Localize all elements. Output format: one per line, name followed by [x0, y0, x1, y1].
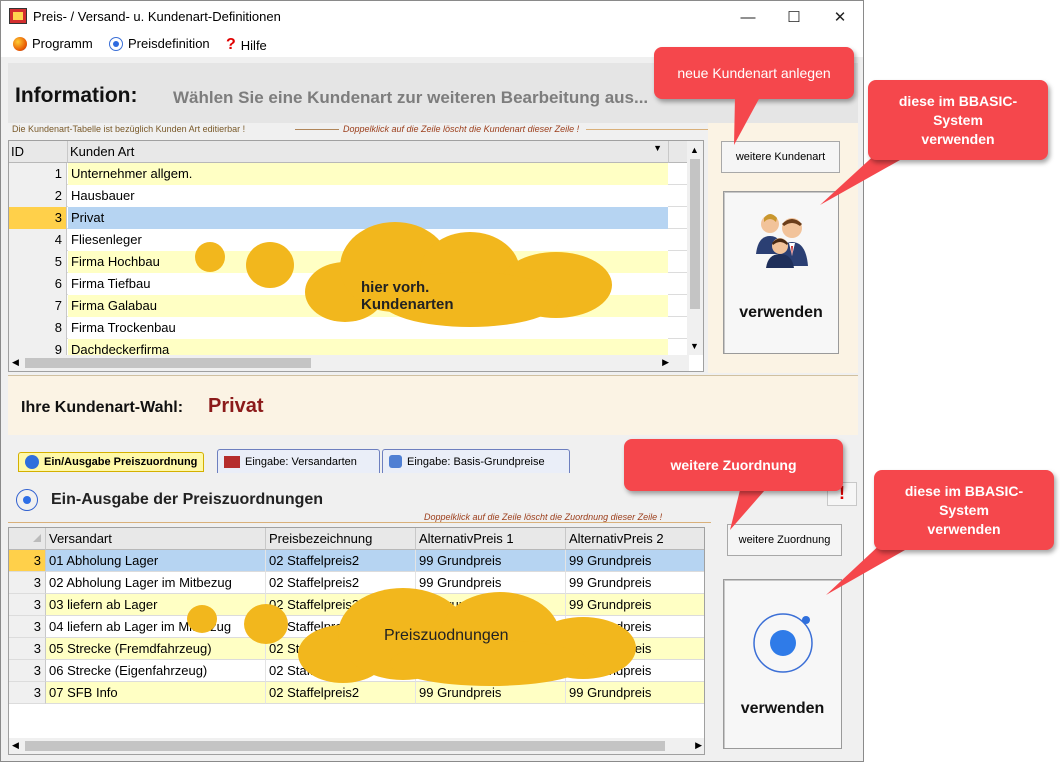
- callout-use-zuordnung: diese im BBASIC- System verwenden: [874, 470, 1054, 550]
- callout-more-zuordnung: weitere Zuordnung: [624, 439, 843, 491]
- callout-use-kundenart: diese im BBASIC- System verwenden: [868, 80, 1048, 160]
